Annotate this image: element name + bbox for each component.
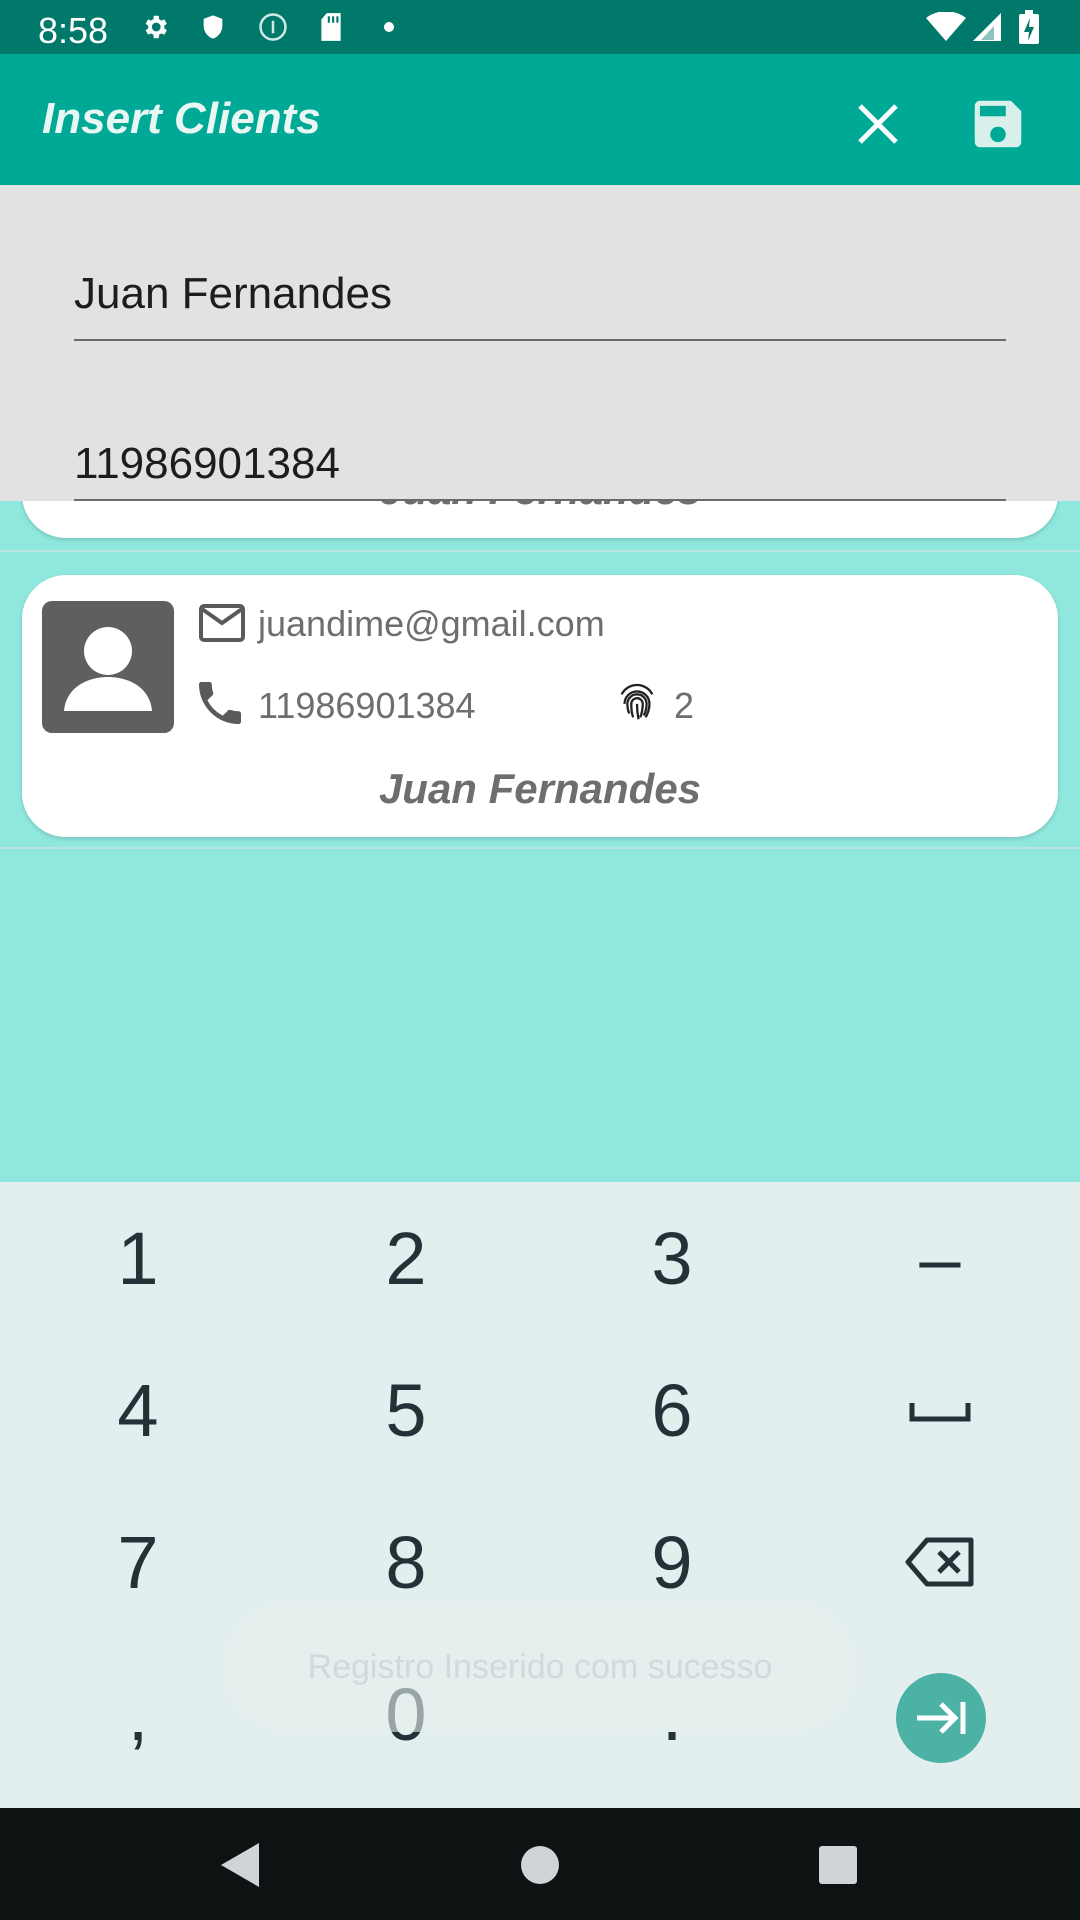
space-icon: [909, 1403, 971, 1422]
battery-icon: [1018, 10, 1040, 44]
client-id: 2: [674, 685, 695, 726]
key-backspace[interactable]: [840, 1502, 1040, 1622]
backspace-icon: [905, 1537, 974, 1587]
key-comma[interactable]: ,: [38, 1654, 238, 1774]
client-card-name: Juan Fernandes: [378, 765, 702, 812]
save-button[interactable]: [958, 84, 1038, 164]
phone-field[interactable]: 11986901384: [74, 439, 1006, 501]
back-button[interactable]: [204, 1830, 274, 1900]
page-title: Insert Clients: [42, 94, 321, 143]
sd-card-icon: [316, 12, 346, 42]
phone-input[interactable]: 11986901384: [74, 439, 340, 488]
close-icon: [858, 104, 898, 144]
wifi-icon: [926, 12, 966, 42]
navigation-bar: [0, 1808, 1080, 1920]
toast-message: Registro Inserido com sucesso: [222, 1602, 858, 1732]
recents-icon: [819, 1846, 857, 1884]
status-time: 8:58: [38, 10, 109, 51]
fingerprint-icon: [614, 679, 660, 730]
info-circle-icon: [258, 12, 288, 42]
recents-button[interactable]: [803, 1830, 873, 1900]
avatar: [42, 601, 174, 733]
phone-underline: [74, 499, 1006, 501]
app-bar: Insert Clients: [0, 54, 1080, 185]
client-form: Juan Fernandes 11986901384: [0, 185, 1080, 501]
divider: [0, 550, 1080, 552]
client-email: juandime@gmail.com: [258, 603, 605, 644]
shield-icon: [198, 12, 228, 42]
client-phone: 11986901384: [258, 685, 476, 726]
key-5[interactable]: 5: [306, 1350, 506, 1470]
next-key[interactable]: [896, 1673, 986, 1763]
key-2[interactable]: 2: [306, 1198, 506, 1318]
name-field[interactable]: Juan Fernandes: [74, 269, 1006, 341]
gear-icon: [140, 12, 170, 42]
person-icon: [64, 627, 152, 711]
key-space[interactable]: [840, 1350, 1040, 1470]
name-underline: [74, 339, 1006, 341]
phone-icon: [192, 675, 248, 736]
key-4[interactable]: 4: [38, 1350, 238, 1470]
divider: [0, 847, 1080, 849]
home-button[interactable]: [505, 1830, 575, 1900]
tab-next-icon: [917, 1702, 966, 1734]
key-dash[interactable]: –: [840, 1198, 1040, 1318]
home-icon: [521, 1846, 559, 1884]
save-icon: [974, 100, 1022, 148]
back-icon: [221, 1843, 259, 1887]
key-3[interactable]: 3: [572, 1198, 772, 1318]
client-card[interactable]: juandime@gmail.com 11986901384 2 Juan Fe…: [22, 575, 1058, 837]
key-1[interactable]: 1: [38, 1198, 238, 1318]
close-button[interactable]: [838, 84, 918, 164]
dot-icon: [374, 12, 404, 42]
name-input[interactable]: Juan Fernandes: [74, 269, 392, 318]
key-6[interactable]: 6: [572, 1350, 772, 1470]
signal-icon: [972, 12, 1002, 42]
status-bar: 8:58: [0, 0, 1080, 54]
key-7[interactable]: 7: [38, 1502, 238, 1622]
email-icon: [198, 603, 246, 648]
